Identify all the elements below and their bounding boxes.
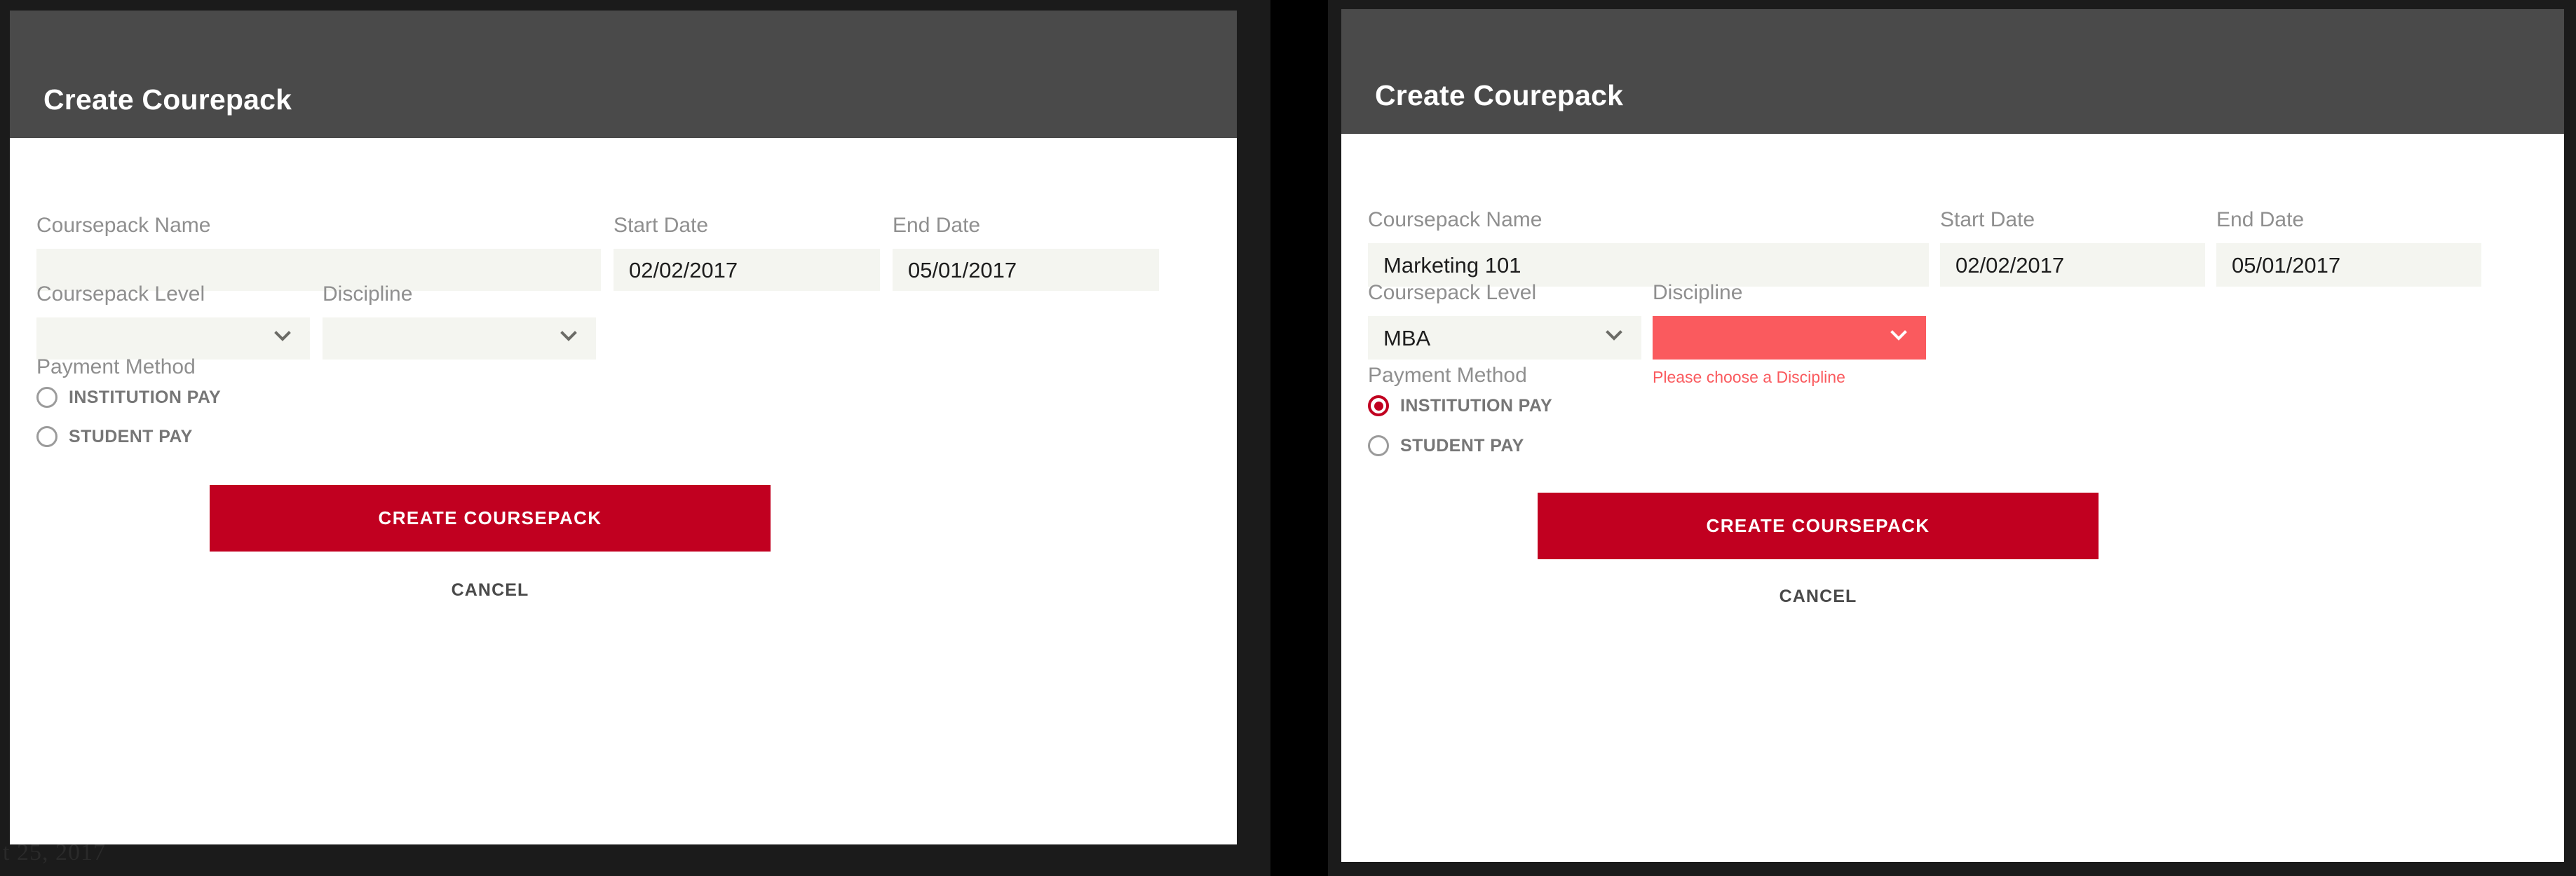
coursepack-level-select[interactable] [36, 317, 310, 360]
dialog-title: Create Courepack [43, 83, 292, 116]
field-start-date: Start Date 02/02/2017 [1940, 210, 2205, 287]
cancel-button[interactable]: CANCEL [210, 580, 771, 601]
start-date-label: Start Date [614, 214, 709, 237]
payment-option-label: STUDENT PAY [69, 426, 193, 446]
radio-icon-selected [1368, 395, 1389, 416]
end-date-label: End Date [2216, 208, 2305, 231]
field-coursepack-name: Coursepack Name [36, 215, 601, 291]
form-row-primary: Coursepack Name Marketing 101 Start Date… [1368, 210, 2532, 287]
payment-option-label: INSTITUTION PAY [69, 387, 222, 407]
end-date-value: 05/01/2017 [908, 257, 1017, 282]
field-discipline: Discipline Please choose a Discipline [1653, 282, 1926, 385]
dialog-header: Create Courepack [1341, 9, 2564, 134]
chevron-down-icon [273, 327, 292, 345]
coursepack-name-value: Marketing 101 [1383, 252, 1521, 278]
coursepack-level-select[interactable]: MBA [1368, 316, 1641, 360]
radio-icon [1368, 435, 1389, 456]
start-date-value: 02/02/2017 [629, 257, 738, 282]
end-date-label: End Date [893, 214, 981, 237]
coursepack-level-label: Coursepack Level [1368, 281, 1537, 304]
discipline-select[interactable] [1653, 316, 1926, 360]
form-row-primary: Coursepack Name Start Date 02/02/2017 En… [36, 215, 1209, 291]
start-date-value: 02/02/2017 [1955, 252, 2065, 278]
field-start-date: Start Date 02/02/2017 [614, 215, 880, 291]
create-coursepack-dialog-filled: Create Courepack Coursepack Name Marketi… [1341, 9, 2564, 862]
create-coursepack-dialog-empty: Create Courepack Coursepack Name Start D… [10, 11, 1237, 844]
chevron-down-icon [1605, 327, 1623, 345]
create-coursepack-button[interactable]: CREATE COURSEPACK [1538, 493, 2099, 559]
dialog-header: Create Courepack [10, 11, 1237, 138]
end-date-value: 05/01/2017 [2232, 252, 2341, 278]
payment-method-label: Payment Method [36, 355, 196, 378]
coursepack-level-value: MBA [1383, 325, 1431, 350]
coursepack-name-label: Coursepack Name [36, 214, 211, 237]
dialog-title: Create Courepack [1375, 79, 1624, 111]
field-coursepack-level: Coursepack Level [36, 284, 310, 360]
field-coursepack-level: Coursepack Level MBA [1368, 282, 1641, 360]
create-coursepack-button[interactable]: CREATE COURSEPACK [210, 485, 771, 552]
start-date-label: Start Date [1940, 208, 2035, 231]
form-row-secondary: Coursepack Level MBA Discipline Please c… [1368, 282, 2532, 385]
payment-option-institution-pay[interactable]: INSTITUTION PAY [36, 387, 221, 408]
chevron-down-icon [560, 327, 578, 345]
coursepack-name-label: Coursepack Name [1368, 208, 1543, 231]
dialog-body: Coursepack Name Start Date 02/02/2017 En… [10, 138, 1237, 844]
cancel-button[interactable]: CANCEL [1538, 586, 2099, 608]
discipline-error-message: Please choose a Discipline [1653, 368, 1845, 386]
discipline-label: Discipline [1653, 281, 1743, 304]
payment-option-student-pay[interactable]: STUDENT PAY [1368, 435, 1524, 456]
payment-method-label: Payment Method [1368, 364, 1527, 387]
discipline-select[interactable] [323, 317, 596, 360]
payment-option-label: STUDENT PAY [1400, 435, 1524, 456]
dialog-body: Coursepack Name Marketing 101 Start Date… [1341, 134, 2564, 862]
field-end-date: End Date 05/01/2017 [2216, 210, 2481, 287]
field-coursepack-name: Coursepack Name Marketing 101 [1368, 210, 1929, 287]
field-discipline: Discipline [323, 284, 596, 360]
start-date-input[interactable]: 02/02/2017 [1940, 243, 2205, 287]
payment-option-institution-pay[interactable]: INSTITUTION PAY [1368, 395, 1552, 416]
discipline-label: Discipline [323, 282, 413, 306]
radio-icon [36, 426, 57, 447]
chevron-down-icon [1890, 327, 1908, 345]
coursepack-level-label: Coursepack Level [36, 282, 205, 306]
payment-option-student-pay[interactable]: STUDENT PAY [36, 426, 193, 447]
radio-icon [36, 387, 57, 408]
end-date-input[interactable]: 05/01/2017 [2216, 243, 2481, 287]
field-end-date: End Date 05/01/2017 [893, 215, 1159, 291]
form-row-secondary: Coursepack Level Discipline [36, 284, 1209, 360]
coursepack-name-input[interactable]: Marketing 101 [1368, 243, 1929, 287]
payment-option-label: INSTITUTION PAY [1400, 395, 1553, 416]
backdrop-gutter [1270, 0, 1328, 876]
